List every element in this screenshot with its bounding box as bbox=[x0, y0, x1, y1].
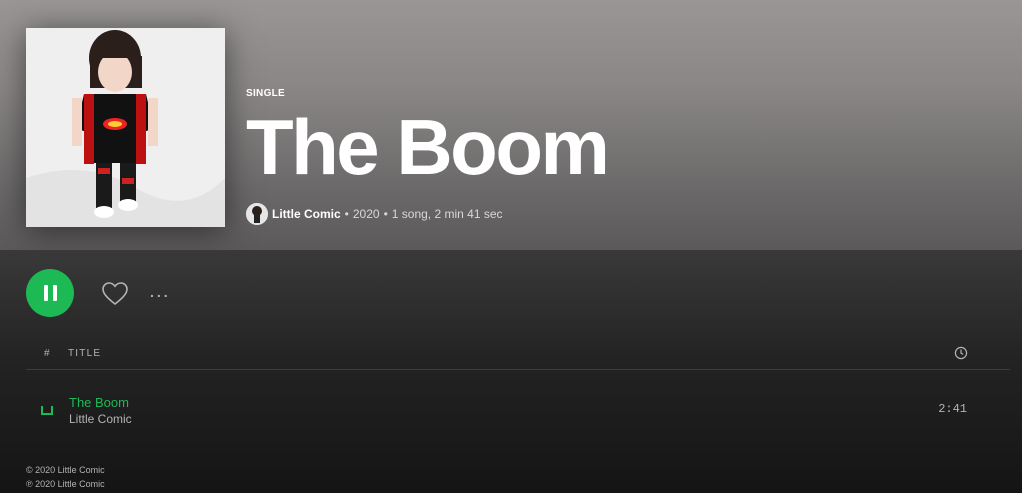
album-title: The Boom bbox=[246, 103, 610, 191]
copyright-line: © 2020 Little Comic bbox=[26, 465, 105, 475]
pause-button[interactable] bbox=[26, 269, 74, 317]
artist-avatar[interactable] bbox=[246, 203, 268, 225]
pause-icon bbox=[43, 285, 48, 301]
phonographic-copyright-line: ℗ 2020 Little Comic bbox=[26, 479, 105, 489]
column-title: TITLE bbox=[68, 348, 102, 359]
album-info: SINGLE The Boom Little Comic • 2020 • 1 … bbox=[246, 88, 610, 225]
meta-separator: • bbox=[383, 207, 388, 221]
pause-icon bbox=[52, 285, 57, 301]
album-page: SINGLE The Boom Little Comic • 2020 • 1 … bbox=[0, 0, 1022, 493]
copyright-info: © 2020 Little Comic ℗ 2020 Little Comic bbox=[26, 463, 105, 491]
equalizer-playing-icon bbox=[40, 402, 54, 416]
album-year: 2020 bbox=[352, 207, 380, 221]
heart-icon[interactable] bbox=[101, 281, 129, 307]
track-row[interactable]: The Boom Little Comic 2:41 bbox=[26, 384, 1010, 434]
meta-separator: • bbox=[344, 207, 349, 221]
column-number: # bbox=[44, 348, 51, 359]
clock-icon bbox=[954, 346, 968, 363]
artist-name-link[interactable]: Little Comic bbox=[272, 207, 341, 221]
album-meta: Little Comic • 2020 • 1 song, 2 min 41 s… bbox=[246, 203, 607, 225]
album-cover-image bbox=[26, 28, 225, 227]
album-summary: 1 song, 2 min 41 sec bbox=[391, 207, 503, 221]
track-title: The Boom bbox=[69, 395, 129, 410]
tracklist-header: # TITLE bbox=[26, 344, 1010, 370]
album-type-label: SINGLE bbox=[246, 88, 286, 99]
album-header: SINGLE The Boom Little Comic • 2020 • 1 … bbox=[0, 0, 1022, 250]
more-options-button[interactable]: ... bbox=[150, 284, 178, 302]
track-artist-link[interactable]: Little Comic bbox=[69, 412, 132, 426]
track-duration: 2:41 bbox=[938, 402, 967, 416]
